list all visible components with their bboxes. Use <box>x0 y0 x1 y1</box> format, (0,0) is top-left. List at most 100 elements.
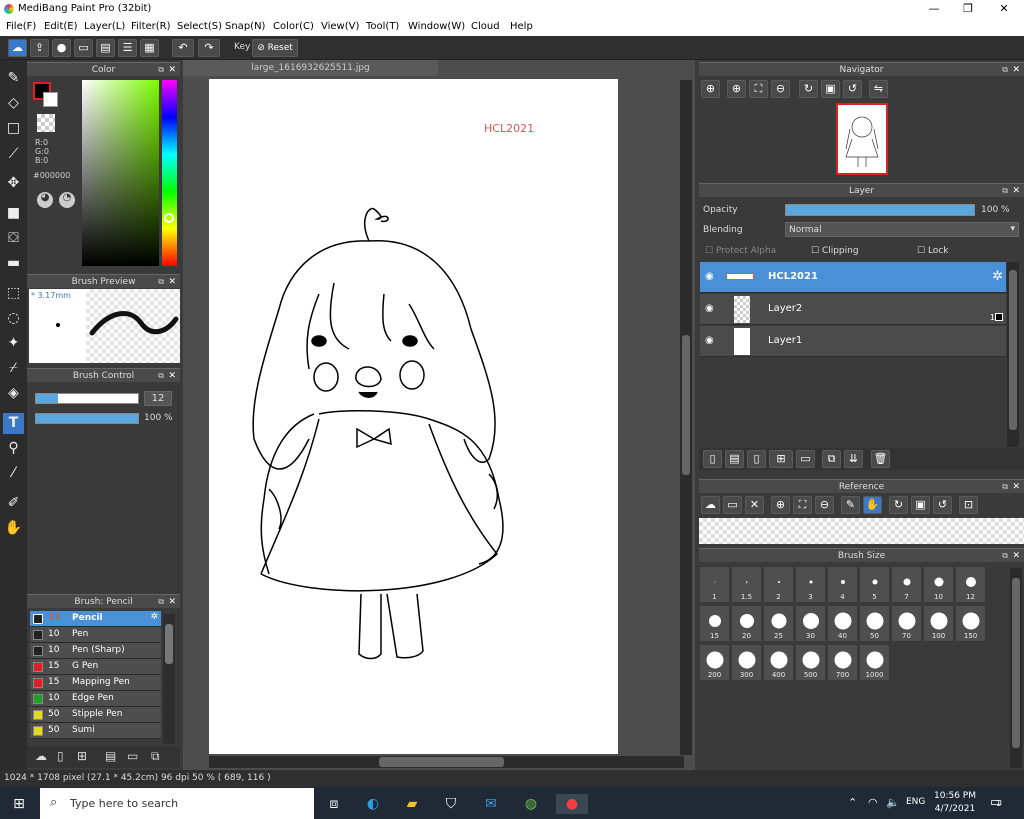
saturation-value-picker[interactable] <box>82 80 159 266</box>
brush-size-cell[interactable]: 70 <box>891 605 922 642</box>
brush-item-pen-sharp[interactable]: 10 Pen (Sharp) <box>30 643 161 659</box>
settings-gear-icon[interactable]: ✲ <box>150 612 158 622</box>
menu-cloud[interactable]: Cloud <box>471 21 500 32</box>
float-icon[interactable]: ⧉ <box>158 275 164 289</box>
float-icon[interactable]: ⧉ <box>158 369 164 383</box>
cloud-brush-icon[interactable]: ☁ <box>35 749 47 763</box>
volume-icon[interactable]: 🔈 <box>886 796 900 809</box>
menu-filter[interactable]: Filter(R) <box>131 21 171 32</box>
blending-select[interactable]: Normal ▾ <box>785 222 1019 237</box>
dropper-tool-icon[interactable]: ⁄ <box>3 463 24 484</box>
layer-row-layer2[interactable]: ◉ Layer2 1 <box>700 294 1006 325</box>
close-button[interactable]: ✕ <box>986 0 1022 18</box>
clipping-checkbox[interactable]: ☐ Clipping <box>811 246 859 256</box>
brush-item-stipple-pen[interactable]: 50 Stipple Pen <box>30 707 161 723</box>
layer-row-hcl2021[interactable]: ◉ HCL2021 ✲ <box>700 262 1006 293</box>
brush-size-cell[interactable]: 150 <box>955 605 986 642</box>
clock[interactable]: 10:56 PM 4/7/2021 <box>934 790 976 816</box>
visibility-eye-icon[interactable]: ◉ <box>705 335 714 346</box>
layer-scroll-thumb[interactable] <box>1009 270 1017 430</box>
bucket-tool-icon[interactable]: ⛋ <box>3 228 24 249</box>
rotate-icon[interactable]: ↻ <box>889 496 908 514</box>
brush-size-cell[interactable]: 400 <box>763 644 794 681</box>
share-icon[interactable]: ⇪ <box>30 39 49 57</box>
brush-size-cell[interactable]: 15 <box>699 605 730 642</box>
hue-handle[interactable] <box>164 213 174 223</box>
zoom-out-icon[interactable]: ⊖ <box>771 80 790 98</box>
brush-item-sumi[interactable]: 50 Sumi <box>30 723 161 739</box>
brush-size-cell[interactable]: 7 <box>891 566 922 603</box>
fill-rect-tool-icon[interactable]: ■ <box>3 203 24 224</box>
select-pen-icon[interactable]: ⌿ <box>3 358 24 379</box>
rectangle-tool-icon[interactable]: □ <box>3 118 24 139</box>
zoom-in-icon[interactable]: ⊕ <box>701 80 720 98</box>
menu-edit[interactable]: Edit(E) <box>44 21 78 32</box>
brush-size-cell[interactable]: 700 <box>827 644 858 681</box>
brush-size-cell[interactable]: 20 <box>731 605 762 642</box>
menu-file[interactable]: File(F) <box>6 21 36 32</box>
hscroll-thumb[interactable] <box>379 757 504 767</box>
layer-scrollbar[interactable] <box>1007 262 1019 447</box>
float-icon[interactable]: ⧉ <box>1002 549 1008 563</box>
brush-size-cell[interactable]: 500 <box>795 644 826 681</box>
close-icon[interactable]: ✕ <box>168 275 176 289</box>
network-icon[interactable]: ◠ <box>868 796 878 809</box>
float-icon[interactable]: ⧉ <box>158 595 164 609</box>
app-icon[interactable]: ◍ <box>520 794 542 814</box>
add-layer-menu-icon[interactable]: ⊞ <box>769 450 793 468</box>
brush-size-cell[interactable]: 3 <box>795 566 826 603</box>
list-icon[interactable]: ☰ <box>118 39 137 57</box>
duplicate-layer-icon[interactable]: ⧉ <box>822 450 841 468</box>
select-tool-icon[interactable]: ⬚ <box>3 283 24 304</box>
language-indicator[interactable]: ENG <box>906 797 925 807</box>
brush-size-cell[interactable]: 1000 <box>859 644 890 681</box>
delete-layer-icon[interactable]: 🗑 <box>871 450 890 468</box>
merge-layer-icon[interactable]: ⇊ <box>844 450 863 468</box>
canvas-vscroll[interactable] <box>680 80 692 755</box>
redo-icon[interactable]: ↷ <box>198 39 220 57</box>
float-icon[interactable]: ⧉ <box>1002 480 1008 494</box>
menu-help[interactable]: Help <box>510 21 533 32</box>
notification-icon[interactable]: ▭ 1 <box>990 795 1002 810</box>
brush-size-cell[interactable]: 12 <box>955 566 986 603</box>
hue-slider[interactable] <box>162 80 177 266</box>
menu-select[interactable]: Select(S) <box>177 21 222 32</box>
select-eraser-icon[interactable]: ◈ <box>3 383 24 404</box>
menu-window[interactable]: Window(W) <box>408 21 465 32</box>
visibility-eye-icon[interactable]: ◉ <box>705 303 714 314</box>
folder-icon[interactable]: ▭ <box>127 749 138 763</box>
brush-size-cell[interactable]: 30 <box>795 605 826 642</box>
brush-size-scroll-thumb[interactable] <box>1012 578 1020 748</box>
close-icon[interactable]: ✕ <box>1012 480 1020 494</box>
transparent-swatch[interactable] <box>37 114 55 132</box>
menu-color[interactable]: Color(C) <box>273 21 314 32</box>
hand-tool-icon[interactable]: ✋ <box>3 518 24 539</box>
brush-size-value[interactable]: 12 <box>144 391 172 406</box>
minimize-button[interactable]: — <box>916 0 952 18</box>
canvas-hscroll[interactable] <box>209 756 684 768</box>
float-icon[interactable]: ⧉ <box>158 63 164 77</box>
brush-size-cell[interactable]: 10 <box>923 566 954 603</box>
brush-size-scrollbar[interactable] <box>1010 568 1022 768</box>
new-layer-icon[interactable]: ▯ <box>703 450 722 468</box>
brush-settings-icon[interactable]: ▤ <box>105 749 116 763</box>
brush-item-mapping-pen[interactable]: 15 Mapping Pen <box>30 675 161 691</box>
brush-size-cell[interactable]: 25 <box>763 605 794 642</box>
document-tab[interactable]: large_1616932625511.jpg <box>183 60 438 76</box>
layer-opacity-slider[interactable] <box>785 204 975 216</box>
close-icon[interactable]: ✕ <box>1012 63 1020 77</box>
reset-rotate-icon[interactable]: ↺ <box>843 80 862 98</box>
grid-icon[interactable]: ▦ <box>140 39 159 57</box>
lock-icon[interactable]: ⊡ <box>959 496 978 514</box>
brush-size-cell[interactable]: 1.5 <box>731 566 762 603</box>
menu-view[interactable]: View(V) <box>321 21 359 32</box>
eyedropper-icon[interactable]: ✎ <box>841 496 860 514</box>
lock-checkbox[interactable]: ☐ Lock <box>917 246 948 256</box>
close-reference-icon[interactable]: ✕ <box>745 496 764 514</box>
close-icon[interactable]: ✕ <box>1012 549 1020 563</box>
eraser-tool-icon[interactable]: ◇ <box>3 93 24 114</box>
add-brush-icon[interactable]: ⊞ <box>77 749 87 763</box>
brush-item-edge-pen[interactable]: 10 Edge Pen <box>30 691 161 707</box>
brush-opacity-slider[interactable] <box>35 413 139 424</box>
reset-button[interactable]: ⊘ Reset <box>252 39 298 57</box>
